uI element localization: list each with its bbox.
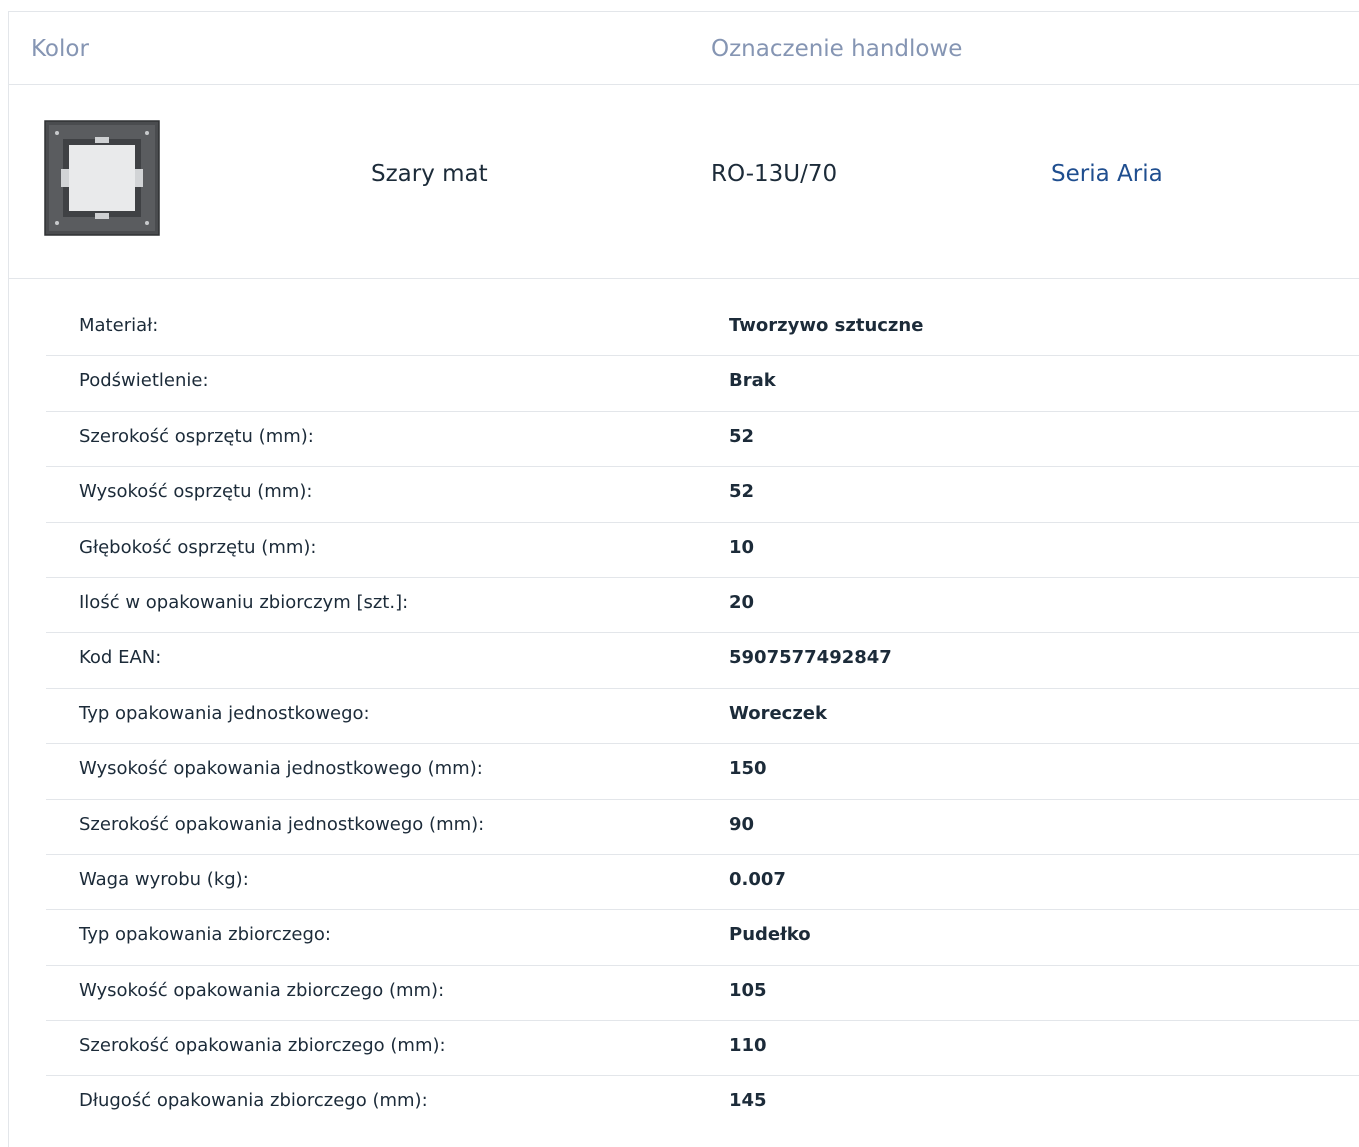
spec-label: Długość opakowania zbiorczego (mm): <box>79 1090 428 1112</box>
specifications-table: Materiał: Tworzywo sztuczne Podświetlenie:… <box>46 301 1359 1132</box>
spec-label: Głębokość osprzętu (mm): <box>79 536 317 558</box>
table-header-row: Kolor Oznaczenie handlowe <box>9 12 1359 85</box>
spec-label: Szerokość osprzętu (mm): <box>79 425 314 447</box>
column-header-color: Kolor <box>31 36 89 62</box>
spec-value: 90 <box>729 813 755 835</box>
spec-row: Ilość w opakowaniu zbiorczym [szt.]: 20 <box>46 578 1359 634</box>
series-link[interactable]: Seria Aria <box>1051 159 1163 189</box>
spec-value: 5907577492847 <box>729 647 892 669</box>
spec-row: Długość opakowania zbiorczego (mm): 145 <box>46 1076 1359 1131</box>
gray-matte-frame-thumbnail-icon <box>43 119 161 237</box>
spec-row: Waga wyrobu (kg): 0.007 <box>46 855 1359 911</box>
spec-value: 52 <box>729 425 755 447</box>
spec-row: Szerokość opakowania zbiorczego (mm): 110 <box>46 1021 1359 1077</box>
spec-row: Wysokość opakowania jednostkowego (mm): 1… <box>46 744 1359 800</box>
spec-label: Materiał: <box>79 315 159 336</box>
spec-label: Typ opakowania zbiorczego: <box>79 924 331 946</box>
spec-value: Woreczek <box>729 702 827 724</box>
spec-value: 0.007 <box>729 868 786 890</box>
spec-value: 20 <box>729 591 755 613</box>
spec-row: Podświetlenie: Brak <box>46 356 1359 412</box>
product-variant-row: Szary mat RO-13U/70 Seria Aria <box>9 85 1359 279</box>
spec-value: 105 <box>729 979 767 1001</box>
spec-label: Wysokość opakowania zbiorczego (mm): <box>79 979 445 1001</box>
spec-label: Typ opakowania jednostkowego: <box>79 702 370 724</box>
product-variant-panel: Kolor Oznaczenie handlowe Szary mat RO-1 <box>8 11 1359 1147</box>
spec-row: Wysokość opakowania zbiorczego (mm): 105 <box>46 966 1359 1022</box>
spec-row: Szerokość opakowania jednostkowego (mm):… <box>46 800 1359 855</box>
column-header-trade-name: Oznaczenie handlowe <box>711 36 963 62</box>
spec-row: Kod EAN: 5907577492847 <box>46 633 1359 689</box>
spec-row: Typ opakowania jednostkowego: Woreczek <box>46 689 1359 745</box>
spec-value: 150 <box>729 758 767 780</box>
spec-row: Szerokość osprzętu (mm): 52 <box>46 412 1359 468</box>
spec-label: Szerokość opakowania zbiorczego (mm): <box>79 1035 446 1057</box>
spec-value: Pudełko <box>729 924 811 946</box>
spec-label: Wysokość opakowania jednostkowego (mm): <box>79 758 483 780</box>
spec-row: Wysokość osprzętu (mm): 52 <box>46 467 1359 523</box>
spec-value: Tworzywo sztuczne <box>729 315 924 336</box>
spec-label: Ilość w opakowaniu zbiorczym [szt.]: <box>79 591 409 613</box>
spec-row: Materiał: Tworzywo sztuczne <box>46 301 1359 357</box>
color-value: Szary mat <box>371 161 488 187</box>
spec-label: Szerokość opakowania jednostkowego (mm): <box>79 813 485 835</box>
spec-label: Waga wyrobu (kg): <box>79 868 249 890</box>
spec-label: Podświetlenie: <box>79 370 209 392</box>
spec-value: 52 <box>729 481 755 503</box>
spec-row: Typ opakowania zbiorczego: Pudełko <box>46 910 1359 966</box>
trade-code: RO-13U/70 <box>711 161 838 187</box>
spec-label: Wysokość osprzętu (mm): <box>79 481 313 503</box>
spec-value: 145 <box>729 1090 767 1112</box>
spec-value: Brak <box>729 370 776 392</box>
spec-row: Głębokość osprzętu (mm): 10 <box>46 523 1359 578</box>
spec-value: 10 <box>729 536 755 558</box>
spec-label: Kod EAN: <box>79 647 162 669</box>
spec-value: 110 <box>729 1035 767 1057</box>
